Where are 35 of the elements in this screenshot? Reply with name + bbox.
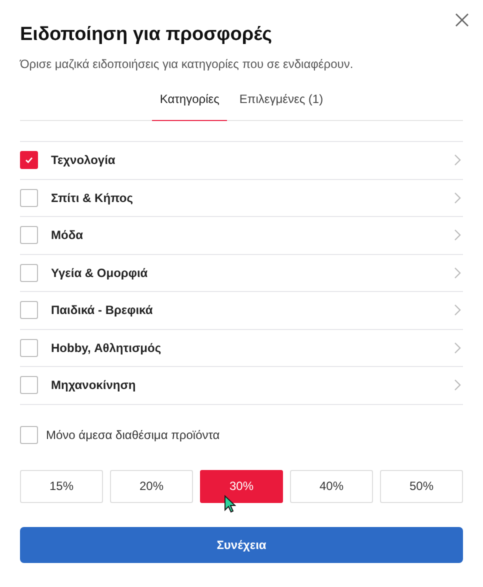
chevron-right-icon — [454, 229, 461, 242]
checkbox[interactable] — [20, 301, 38, 320]
checkbox[interactable] — [20, 338, 38, 357]
category-label: Παιδικά - Βρεφικά — [51, 303, 154, 318]
tab[interactable]: Κατηγορίες — [152, 92, 228, 121]
category-label: Σπίτι & Κήπος — [51, 190, 134, 205]
chevron-right-icon — [454, 266, 461, 279]
close-icon[interactable] — [455, 13, 469, 27]
checkbox[interactable] — [20, 226, 38, 244]
checkbox[interactable] — [20, 426, 38, 444]
checkbox[interactable] — [20, 151, 38, 170]
category-label: Μηχανοκίνηση — [51, 378, 137, 392]
continue-button[interactable]: Συνέχεια — [20, 526, 463, 562]
category-label: Υγεία & Ομορφιά — [51, 266, 149, 280]
category-label: Μόδα — [51, 228, 84, 242]
checkmark-icon — [25, 156, 33, 164]
category-label: Hobby, Αθλητισμός — [51, 340, 162, 355]
chevron-right-icon — [454, 379, 461, 392]
dialog-title: Ειδοποίηση για προσφορές — [20, 23, 274, 47]
category-label: Τεχνολογία — [51, 153, 116, 168]
checkbox-label: Μόνο άμεσα διαθέσιμα προϊόντα — [46, 428, 220, 442]
discount-option[interactable]: 15% — [20, 470, 103, 502]
chevron-right-icon — [454, 154, 461, 166]
checkbox[interactable] — [20, 376, 38, 394]
discount-option[interactable]: 20% — [110, 470, 193, 502]
chevron-right-icon — [454, 342, 461, 354]
mouse-cursor-icon — [224, 494, 236, 512]
tab[interactable]: Επιλεγμένες (1) — [231, 92, 332, 121]
discount-option[interactable]: 40% — [290, 470, 373, 502]
checkbox[interactable] — [20, 264, 38, 282]
chevron-right-icon — [454, 192, 461, 204]
dialog-subtitle: Όρισε μαζικά ειδοποιήσεις για κατηγορίες που σε ενδιαφέρουν. — [20, 56, 354, 72]
checkbox[interactable] — [20, 188, 38, 207]
chevron-right-icon — [454, 304, 461, 316]
discount-option[interactable]: 50% — [380, 470, 463, 502]
